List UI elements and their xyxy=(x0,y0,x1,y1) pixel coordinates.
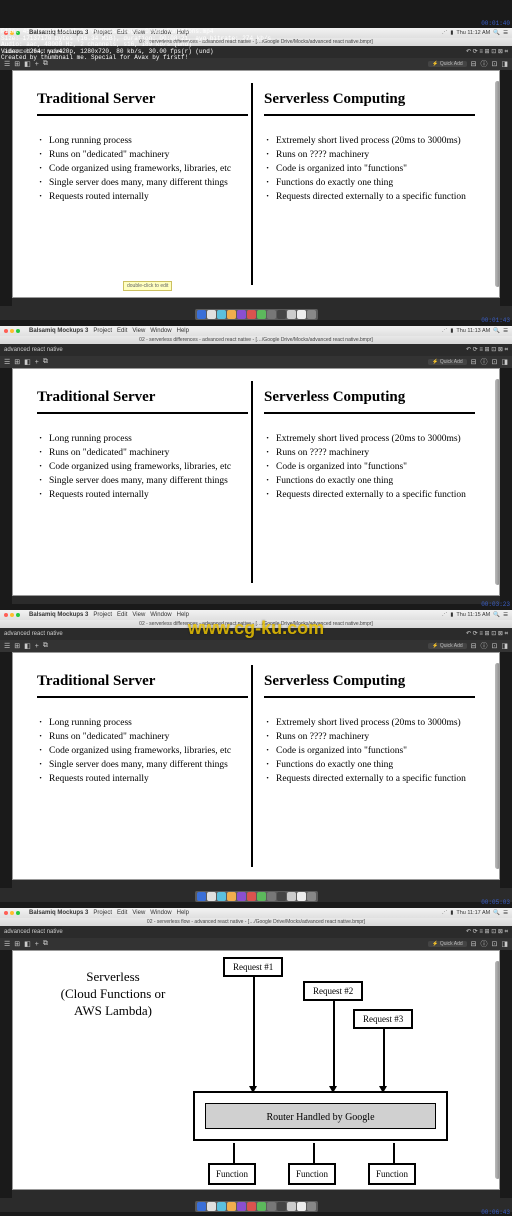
list-item: Single server does many, many different … xyxy=(39,178,248,190)
list-item: Extremely short lived process (20ms to 3… xyxy=(266,136,475,148)
clock: Thu 11:12 AM xyxy=(456,30,490,36)
mockup-canvas[interactable]: Traditional Server Long running process … xyxy=(12,70,500,298)
function-box: Function xyxy=(368,1163,416,1185)
dock-app-icon[interactable] xyxy=(257,310,266,319)
dock-app-icon[interactable] xyxy=(267,310,276,319)
quick-add-input[interactable]: ⚡ Quick Add xyxy=(428,61,466,67)
dock-app-icon[interactable] xyxy=(247,310,256,319)
list-item: Runs on ???? machinery xyxy=(266,150,475,162)
menu-icon[interactable]: ☰ xyxy=(503,30,508,36)
function-box: Function xyxy=(208,1163,256,1185)
dock-app-icon[interactable] xyxy=(307,310,316,319)
timestamp-1: 00:01:40 xyxy=(481,20,510,27)
list-item: Requests directed externally to a specif… xyxy=(266,192,475,204)
dock-app-icon[interactable] xyxy=(217,310,226,319)
watermark: www.cg-ku.com xyxy=(188,618,324,639)
dock-app-icon[interactable] xyxy=(207,310,216,319)
battery-icon: ▮ xyxy=(450,30,453,36)
request-box-2: Request #2 xyxy=(303,981,363,1001)
mac-menubar: Balsamiq Mockups 3 Project Edit View Win… xyxy=(0,326,512,336)
file-info-overlay: File: 45. Traditional Servers vs Google … xyxy=(0,28,272,63)
request-box-1: Request #1 xyxy=(223,957,283,977)
timestamp-4: 00:06:43 xyxy=(481,1209,510,1216)
video-frame-1: 00:01:40 Balsamiq Mockups 3 Project Edit… xyxy=(0,28,512,320)
timestamp-1b: 00:01:43 xyxy=(481,317,510,324)
mockup-canvas[interactable]: Traditional Server Long running process … xyxy=(12,652,500,880)
list-item: Functions do exactly one thing xyxy=(266,178,475,190)
search-icon[interactable]: 🔍 xyxy=(493,30,500,36)
panel-toggle-icon[interactable]: ⊟ xyxy=(471,60,477,68)
function-box: Function xyxy=(288,1163,336,1185)
list-item: Requests routed internally xyxy=(39,192,248,204)
list-item: Code is organized into "functions" xyxy=(266,164,475,176)
dock-app-icon[interactable] xyxy=(227,310,236,319)
video-frame-4: Balsamiq Mockups 3 Project Edit View Win… xyxy=(0,908,512,1212)
video-frame-2: Balsamiq Mockups 3 Project Edit View Win… xyxy=(0,326,512,604)
mockup-canvas[interactable]: Traditional Server Long running process … xyxy=(12,368,500,596)
timestamp-2: 00:03:23 xyxy=(481,601,510,608)
wifi-icon: ⋰ xyxy=(442,30,448,36)
router-box: Router Handled by Google xyxy=(193,1091,448,1141)
video-frame-3: Balsamiq Mockups 3 Project Edit View Win… xyxy=(0,610,512,902)
settings-icon[interactable]: ⊡ xyxy=(492,60,498,68)
info-icon[interactable]: ⓘ xyxy=(481,59,488,69)
dock-app-icon[interactable] xyxy=(197,310,206,319)
right-title: Serverless Computing xyxy=(264,91,475,116)
left-title: Traditional Server xyxy=(37,91,248,116)
list-item: Runs on "dedicated" machinery xyxy=(39,150,248,162)
dock-app-icon[interactable] xyxy=(237,310,246,319)
dock-app-icon[interactable] xyxy=(297,310,306,319)
dock-app-icon[interactable] xyxy=(277,310,286,319)
collapse-icon[interactable]: ◨ xyxy=(501,60,508,68)
timestamp-3: 00:05:03 xyxy=(481,899,510,906)
dock xyxy=(0,306,512,320)
mockup-canvas[interactable]: Serverless (Cloud Functions or AWS Lambd… xyxy=(12,950,500,1190)
diagram-title: Serverless (Cloud Functions or AWS Lambd… xyxy=(33,969,193,1020)
list-item: Code organized using frameworks, librari… xyxy=(39,164,248,176)
list-item: Long running process xyxy=(39,136,248,148)
request-box-3: Request #3 xyxy=(353,1009,413,1029)
edit-hint: double-click to edit xyxy=(123,281,172,291)
dock-app-icon[interactable] xyxy=(287,310,296,319)
